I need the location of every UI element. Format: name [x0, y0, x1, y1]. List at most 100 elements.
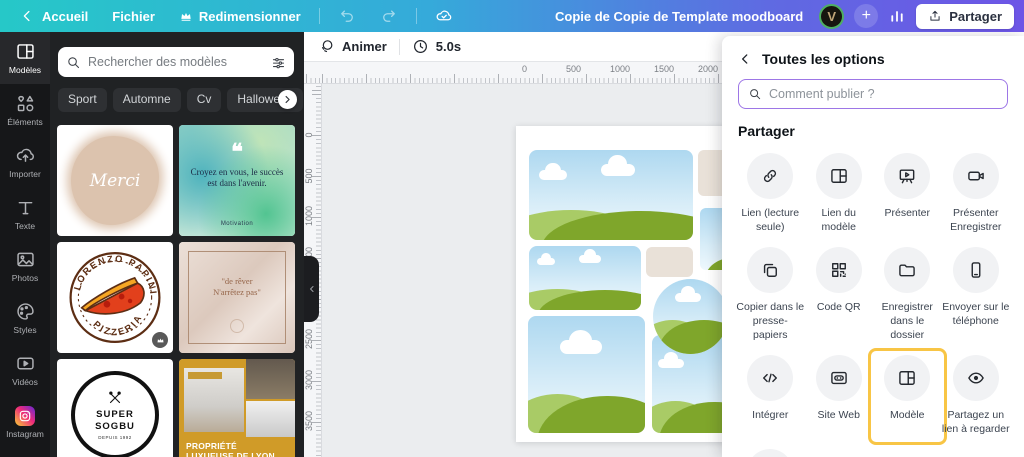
sidebar-item-styles[interactable]: Styles	[0, 292, 50, 344]
animate-icon	[322, 40, 333, 53]
clock-icon	[413, 40, 427, 53]
template-thumb-estate[interactable]: PROPRIÉTÉ LUXUEUSE DE LYON	[179, 359, 295, 457]
share-option-embed[interactable]: Intégrer	[736, 355, 805, 436]
share-option-prototype[interactable]: Prototype	[736, 449, 805, 457]
share-option-watch-link[interactable]: Partagez un lien à regarder	[942, 355, 1011, 436]
chevron-left-icon	[309, 286, 314, 292]
interior-photo	[246, 359, 295, 399]
share-option-save-folder[interactable]: Enregistrer dans le dossier	[873, 247, 942, 342]
chip-sport[interactable]: Sport	[58, 88, 107, 112]
publish-search[interactable]	[738, 79, 1008, 109]
cloud-check-icon	[436, 10, 452, 21]
publish-search-input[interactable]	[769, 87, 998, 101]
insights-chart-icon[interactable]	[888, 7, 906, 25]
document-title[interactable]: Copie de Copie de Template moodboard	[555, 9, 803, 24]
folder-icon	[899, 264, 916, 277]
share-option-template[interactable]: Modèle	[868, 348, 946, 446]
share-option-qr-code[interactable]: Code QR	[805, 247, 874, 342]
avatar[interactable]: V	[819, 3, 845, 29]
sidebar-item-instagram[interactable]: Instagram	[0, 396, 50, 448]
elements-icon	[17, 95, 33, 112]
share-option-send-phone[interactable]: Envoyer sur le téléphone	[942, 247, 1011, 342]
crown-icon	[181, 12, 191, 21]
redo-icon	[382, 10, 395, 22]
template-thumb-silk-quote[interactable]: "de rêver N'arrêtez pas"	[179, 242, 295, 353]
panel-collapse-handle[interactable]	[304, 256, 319, 322]
photos-icon	[16, 252, 34, 267]
share-panel-title: Toutes les options	[762, 51, 885, 67]
merci-text: Merci	[89, 170, 141, 191]
template-grid: Merci ❝ Croyez en vous, le succès est da…	[57, 125, 295, 457]
chip-cv[interactable]: Cv	[186, 88, 222, 112]
moodboard-circle-tile[interactable]	[653, 279, 728, 354]
chip-automne[interactable]: Automne	[112, 88, 181, 112]
sidebar-item-templates[interactable]: Modèles	[0, 32, 50, 84]
video-camera-icon	[967, 171, 984, 181]
text-icon	[18, 201, 32, 215]
template-thumb-sogbu[interactable]: SUPER SOGBU DEPUIS 1992	[57, 359, 173, 457]
link-icon	[764, 169, 777, 183]
filter-sliders-icon[interactable]	[271, 55, 286, 70]
share-option-present[interactable]: Présenter	[873, 153, 942, 234]
website-icon	[830, 372, 847, 385]
resize-button[interactable]: Redimensionner	[169, 4, 311, 29]
template-search-input[interactable]	[88, 55, 264, 69]
embed-code-icon	[763, 373, 778, 383]
template-icon	[830, 169, 847, 183]
template-thumb-motivation[interactable]: ❝ Croyez en vous, le succès est dans l'a…	[179, 125, 295, 236]
canva-editor: Accueil Fichier Redimensionner Copie de …	[0, 0, 1024, 457]
chevron-left-icon	[23, 10, 30, 22]
chips-scroll-right-button[interactable]	[278, 90, 297, 109]
instagram-icon	[15, 405, 35, 426]
left-rail: Modèles Éléments Importer Texte Photos S…	[0, 32, 50, 457]
share-option-website[interactable]: Site Web	[805, 355, 874, 436]
sidebar-item-elements[interactable]: Éléments	[0, 84, 50, 136]
search-icon	[750, 89, 761, 100]
template-thumb-merci[interactable]: Merci	[57, 125, 173, 236]
sidebar-item-text[interactable]: Texte	[0, 188, 50, 240]
share-options-grid: Lien (lecture seule) Lien du modèle Prés…	[722, 147, 1024, 457]
sogbu-logo: SUPER SOGBU DEPUIS 1992	[71, 370, 159, 457]
sidebar-item-videos[interactable]: Vidéos	[0, 344, 50, 396]
redo-button[interactable]	[370, 2, 408, 30]
resize-label: Redimensionner	[198, 8, 301, 24]
eye-icon	[967, 372, 984, 384]
share-option-view-link[interactable]: Lien (lecture seule)	[736, 153, 805, 234]
pro-badge	[152, 332, 168, 348]
crown-icon	[157, 338, 163, 342]
templates-icon	[16, 44, 34, 59]
share-option-copy-clipboard[interactable]: Copier dans le presse-papiers	[736, 247, 805, 342]
estate-flyer: PROPRIÉTÉ LUXUEUSE DE LYON	[179, 359, 295, 457]
copy-icon	[764, 264, 778, 278]
video-icon	[16, 357, 34, 370]
sidebar-item-uploads[interactable]: Importer	[0, 136, 50, 188]
template-thumb-pizzeria[interactable]: LORENZO PAPINI PIZZERIA	[57, 242, 173, 353]
share-option-template-link[interactable]: Lien du modèle	[805, 153, 874, 234]
duration-button[interactable]: 5.0s	[412, 38, 461, 55]
search-icon	[68, 56, 80, 68]
undo-button[interactable]	[328, 2, 366, 30]
phone-icon	[971, 262, 981, 279]
cloud-save-status[interactable]	[425, 2, 463, 30]
home-button[interactable]: Accueil	[8, 2, 98, 30]
silk-quote-text: "de rêver N'arrêtez pas"	[213, 276, 261, 298]
file-menu-button[interactable]: Fichier	[102, 4, 165, 29]
design-page[interactable]	[516, 126, 746, 442]
ornament	[230, 319, 244, 333]
sidebar-item-photos[interactable]: Photos	[0, 240, 50, 292]
back-chevron-icon[interactable]	[738, 52, 752, 66]
share-panel: Toutes les options Partager Lien (lectur…	[722, 36, 1024, 457]
share-button[interactable]: Partager	[916, 3, 1014, 29]
estate-title: PROPRIÉTÉ LUXUEUSE DE LYON	[186, 441, 275, 457]
share-option-present-record[interactable]: Présenter Enregistrer	[942, 153, 1011, 234]
add-member-button[interactable]: +	[854, 4, 879, 28]
animate-button[interactable]: Animer	[318, 38, 387, 55]
moodboard-image-tile[interactable]	[529, 150, 693, 240]
presentation-icon	[899, 169, 915, 184]
moodboard-image-tile[interactable]	[528, 316, 645, 433]
upload-icon	[930, 10, 940, 21]
filter-chip-row: Sport Automne Cv Halloween N	[58, 88, 304, 112]
moodboard-beige-tile[interactable]	[646, 247, 693, 277]
template-search[interactable]	[58, 47, 294, 77]
moodboard-image-tile[interactable]	[529, 246, 641, 310]
